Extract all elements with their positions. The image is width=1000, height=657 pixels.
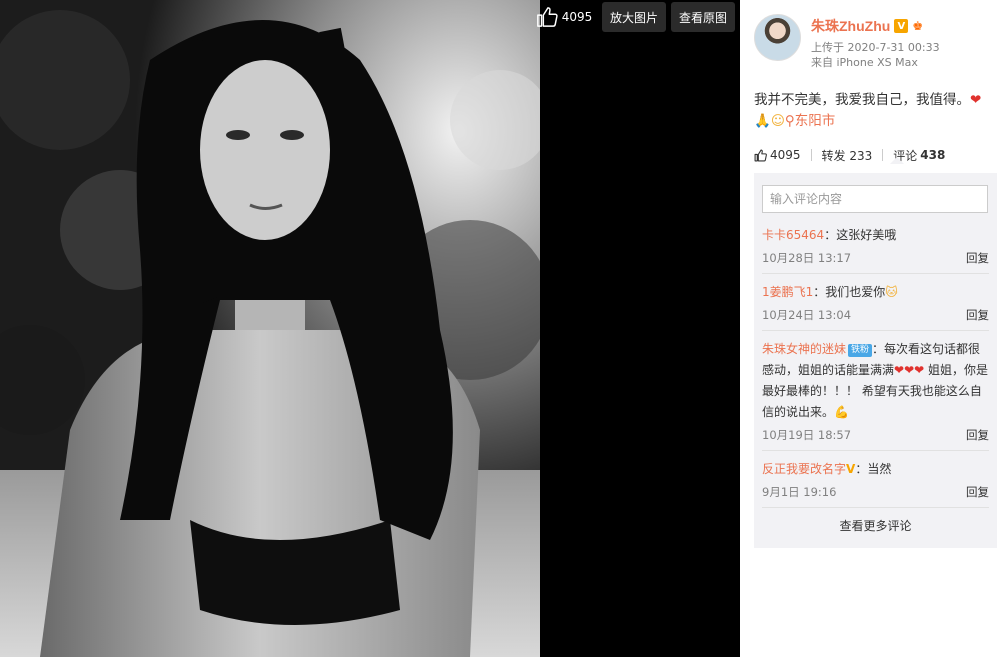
comment-list: 卡卡65464：这张好美哦 10月28日 13:17 回复 1姜鹏飞1：我们也爱… — [762, 225, 989, 508]
comment-time: 10月28日 13:17 — [762, 251, 852, 265]
reply-button[interactable]: 回复 — [966, 250, 989, 266]
comment-text: ：这张好美哦 — [824, 228, 897, 242]
view-original-button[interactable]: 查看原图 — [671, 2, 735, 32]
comment-time: 10月19日 18:57 — [762, 428, 852, 442]
flexed-bicep-icon: 💪 — [834, 405, 849, 419]
avatar[interactable] — [754, 14, 801, 61]
post-body: 我并不完美，我爱我自己，我值得。 — [754, 92, 970, 108]
praying-hands-icon: 🙏 — [754, 113, 771, 129]
thumbs-up-icon — [536, 7, 558, 27]
more-comments-link[interactable]: 查看更多评论 — [762, 508, 989, 540]
like-action-count: 4095 — [770, 148, 801, 162]
post-detail-panel: 朱珠ZhuZhu V ♚ 上传于 2020-7-31 00:33 来自 iPho… — [740, 0, 1000, 657]
repost-action[interactable]: 转发 233 — [822, 147, 873, 164]
reply-button[interactable]: 回复 — [966, 307, 989, 323]
thumbs-up-icon — [754, 149, 767, 161]
cat-face-icon: 🐱 — [885, 285, 898, 299]
comment-action-count: 438 — [920, 148, 946, 162]
post-actions: 4095 转发 233 评论 438 — [754, 145, 986, 165]
device-source: 来自 iPhone XS Max — [811, 56, 918, 69]
comment-user[interactable]: 卡卡65464 — [762, 228, 824, 242]
divider — [882, 149, 884, 161]
comment-time: 10月24日 13:04 — [762, 308, 852, 322]
like-action[interactable]: 4095 — [754, 148, 801, 162]
vip-crown-icon: ♚ — [912, 19, 924, 33]
post-photo[interactable] — [0, 0, 540, 657]
fan-badge: 铁粉 — [848, 344, 873, 357]
location-pin-icon: ⚲ — [784, 113, 795, 129]
comment-user[interactable]: 1姜鹏飞1 — [762, 285, 813, 299]
comment-item: 反正我要改名字V：当然 9月1日 19:16 回复 — [762, 451, 989, 508]
like-count: 4095 — [561, 10, 593, 24]
comment-item: 1姜鹏飞1：我们也爱你🐱 10月24日 13:04 回复 — [762, 274, 989, 331]
location-link[interactable]: 东阳市 — [795, 113, 836, 129]
heart-icon: ❤❤❤ — [894, 363, 925, 377]
heart-icon: ❤ — [970, 92, 982, 108]
reply-button[interactable]: 回复 — [966, 427, 989, 443]
post-text: 我并不完美，我爱我自己，我值得。❤ 🙏☺⚲东阳市 — [754, 90, 986, 132]
comment-text: ：我们也爱你 — [813, 285, 886, 299]
comments-caret — [890, 157, 904, 164]
comment-time: 9月1日 19:16 — [762, 485, 837, 499]
blush-face-icon: ☺ — [770, 113, 785, 129]
vip-v-icon: V — [846, 462, 856, 476]
photo-illustration — [0, 0, 540, 657]
reply-button[interactable]: 回复 — [966, 484, 989, 500]
divider — [810, 149, 812, 161]
comment-input[interactable] — [762, 185, 988, 213]
like-button[interactable]: 4095 — [531, 2, 597, 32]
upload-time: 上传于 2020-7-31 00:33 — [811, 41, 940, 54]
comment-item: 卡卡65464：这张好美哦 10月28日 13:17 回复 — [762, 225, 989, 274]
author-name[interactable]: 朱珠ZhuZhu — [811, 16, 890, 36]
photo-viewer: 4095 放大图片 查看原图 — [0, 0, 740, 657]
author-block: 朱珠ZhuZhu V ♚ 上传于 2020-7-31 00:33 来自 iPho… — [754, 14, 986, 84]
verified-badge-icon: V — [894, 19, 909, 33]
viewer-toolbar: 4095 放大图片 查看原图 — [531, 2, 735, 32]
comment-user[interactable]: 朱珠女神的迷妹 — [762, 342, 846, 356]
comment-text: ：当然 — [855, 462, 892, 476]
comments-section: 卡卡65464：这张好美哦 10月28日 13:17 回复 1姜鹏飞1：我们也爱… — [754, 173, 997, 548]
comment-item: 朱珠女神的迷妹 铁粉 ：每次看这句话都很感动，姐姐的话能量满满❤❤❤ 姐姐，你是最好… — [762, 331, 989, 451]
zoom-image-button[interactable]: 放大图片 — [602, 2, 666, 32]
comment-user[interactable]: 反正我要改名字 — [762, 462, 846, 476]
